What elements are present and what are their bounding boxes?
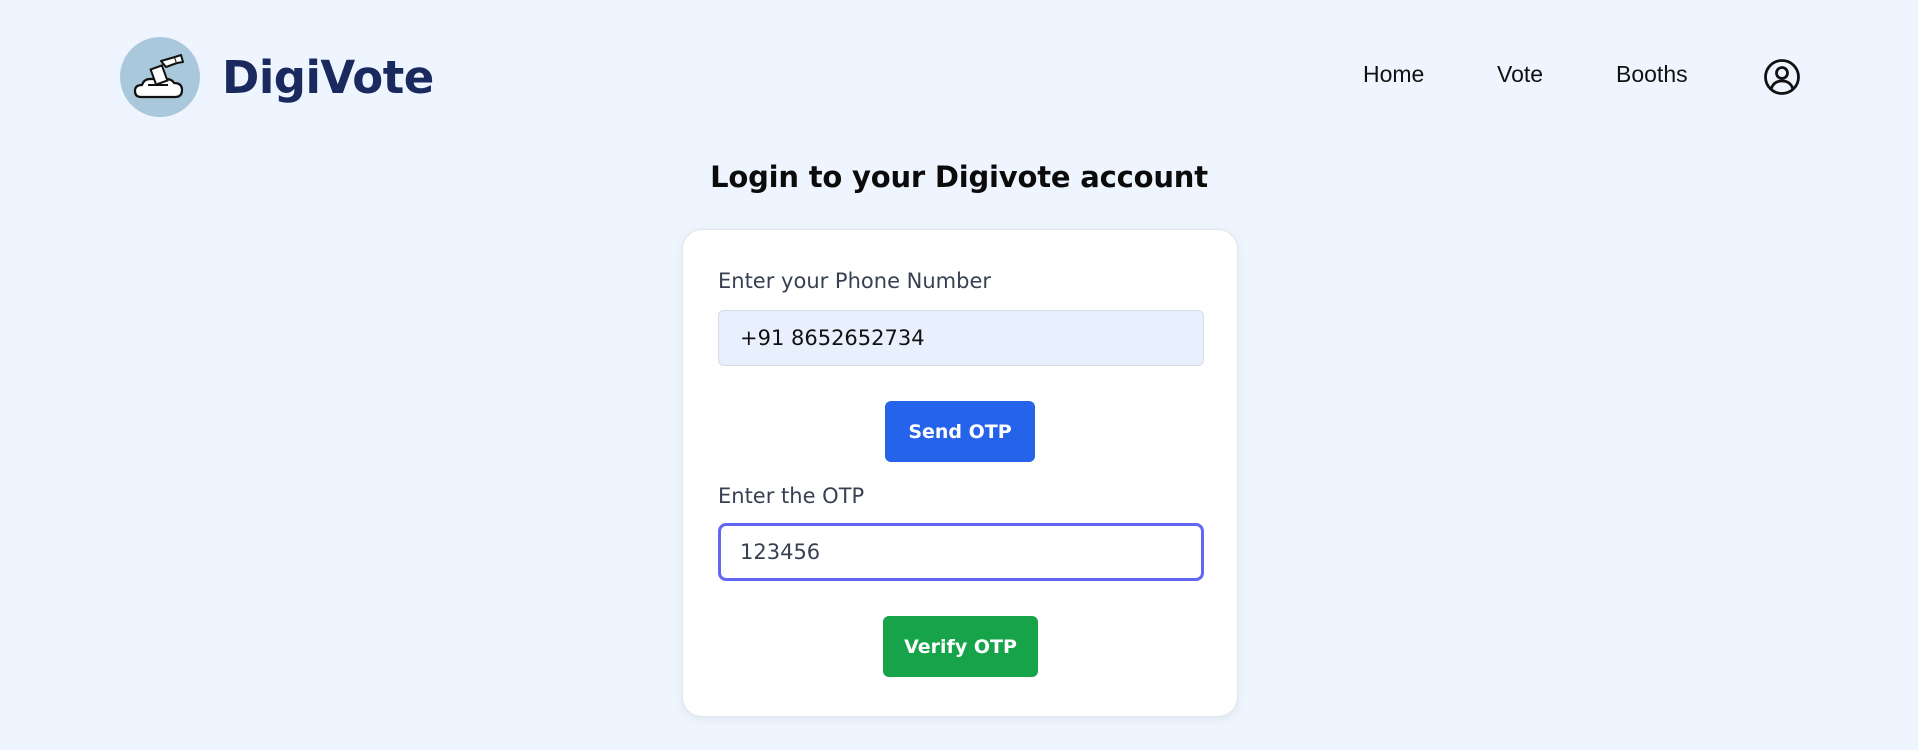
login-card: Enter your Phone Number Send OTP Enter t… (682, 229, 1238, 717)
phone-label: Enter your Phone Number (718, 269, 992, 293)
nav-booths-link[interactable]: Booths (1616, 61, 1688, 88)
user-circle-icon (1764, 59, 1800, 95)
otp-input[interactable] (718, 523, 1204, 581)
site-header: DigiVote Home Vote Booths (0, 0, 1918, 154)
nav-vote-link[interactable]: Vote (1497, 61, 1543, 88)
logo (120, 37, 200, 117)
page-title: Login to your Digivote account (710, 160, 1208, 194)
nav-home-link[interactable]: Home (1363, 61, 1424, 88)
phone-input[interactable] (718, 310, 1204, 366)
otp-label: Enter the OTP (718, 484, 865, 508)
verify-otp-button[interactable]: Verify OTP (883, 616, 1038, 677)
profile-button[interactable] (1763, 58, 1801, 96)
brand-logo-link[interactable]: DigiVote (120, 37, 434, 117)
brand-name: DigiVote (222, 50, 434, 104)
send-otp-button[interactable]: Send OTP (885, 401, 1035, 462)
ballot-box-icon (133, 54, 184, 99)
